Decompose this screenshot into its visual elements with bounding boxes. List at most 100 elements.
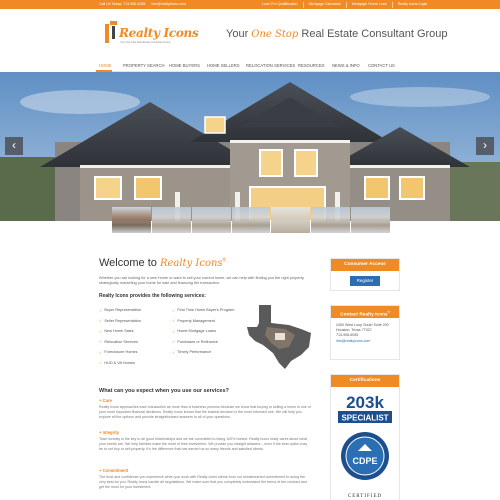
contact-box: Contact Realty Icons® 2450 West Loop Sou… xyxy=(330,305,400,360)
cert-203k-number: 203k xyxy=(346,393,384,412)
welcome-brand: Realty Icons xyxy=(159,258,223,269)
nav-resources[interactable]: RESOURCES xyxy=(298,63,325,68)
tagline-pre: Your xyxy=(226,28,252,40)
slider-next-button[interactable]: › xyxy=(476,137,494,155)
consumer-access-heading: Consumer Access xyxy=(331,259,399,271)
services-title: Realty Icons provides the following serv… xyxy=(99,293,206,299)
thumbnail[interactable] xyxy=(191,207,231,233)
service-label: Relocation Services xyxy=(104,339,138,344)
list-item: ✓ Relocation Services xyxy=(99,337,141,348)
nav-home[interactable]: HOME xyxy=(99,63,112,68)
chevron-right-icon: › xyxy=(483,138,487,152)
hero-house-image xyxy=(0,72,500,221)
thumbnail[interactable] xyxy=(112,207,151,233)
nav-news-info[interactable]: NEWS & INFO xyxy=(332,63,360,68)
registered-mark: ® xyxy=(387,310,390,314)
nav-relocation-services[interactable]: RELOCATION SERVICES xyxy=(246,63,295,68)
cert-seal-logo: CERTIFIED xyxy=(348,494,382,499)
list-item: ✓ First Time Home Buyer's Program xyxy=(172,305,234,316)
divider xyxy=(345,1,347,8)
divider xyxy=(391,1,393,8)
nav-contact-us[interactable]: CONTACT US xyxy=(368,63,395,68)
logo-icon xyxy=(103,21,119,43)
divider xyxy=(302,1,304,8)
thumbnail[interactable] xyxy=(151,207,191,233)
integrity-heading[interactable]: + Integrity xyxy=(99,430,119,435)
thumbnail[interactable] xyxy=(231,207,271,233)
commitment-text: The trust and confidence you experience … xyxy=(99,475,307,489)
service-label: Purchases or Refinance xyxy=(177,339,218,344)
chevron-left-icon: ‹ xyxy=(12,138,16,152)
cert-cdpe-text: CDPE xyxy=(352,456,377,466)
consumer-access-box: Consumer Access Register xyxy=(330,258,400,291)
list-item: ✓ New Home Sales xyxy=(99,326,141,337)
service-label: HUD & VA Homes xyxy=(104,360,135,365)
texas-map-image xyxy=(247,305,311,369)
logo-subtitle: Your One Stop Real Estate Consultant Gro… xyxy=(120,41,171,44)
top-bar: Call Us Today! 713-906-6055 info@realtyi… xyxy=(0,0,500,9)
tagline-highlight: One Stop xyxy=(251,29,299,40)
welcome-pre: Welcome to xyxy=(99,257,160,269)
service-label: Foreclosure Homes xyxy=(104,350,138,355)
slider-thumbnails xyxy=(112,207,391,233)
welcome-heading: Welcome to Realty Icons® xyxy=(99,257,226,269)
top-link-mortgage[interactable]: Mortgage Home Loan xyxy=(352,1,387,8)
nav-home-buyers[interactable]: HOME BUYERS xyxy=(169,63,200,68)
thumbnail[interactable] xyxy=(311,207,351,233)
service-label: Seller Representation xyxy=(104,318,141,323)
nav-home-sellers[interactable]: HOME SELLERS xyxy=(207,63,240,68)
site-logo[interactable]: Realty Icons xyxy=(103,21,199,43)
check-icon: ✓ xyxy=(99,328,103,334)
service-label: Timely Performance xyxy=(177,350,212,355)
list-item: ✓ Foreclosure Homes xyxy=(99,347,141,358)
slider-prev-button[interactable]: ‹ xyxy=(5,137,23,155)
top-phone[interactable]: Call Us Today! 713-906-6055 xyxy=(99,1,145,8)
list-item: ✓ Seller Representation xyxy=(99,316,141,327)
top-link-prequal[interactable]: Loan Pre-Qualification xyxy=(262,1,298,8)
list-item: ✓ Timely Performance xyxy=(172,347,234,358)
registered-mark: ® xyxy=(222,257,227,264)
check-icon: ✓ xyxy=(172,307,176,313)
services-list-left: ✓ Buyer Representation ✓ Seller Representa… xyxy=(99,305,141,368)
hero-slider[interactable] xyxy=(0,72,500,221)
intro-text: Whether you are looking for a new Home o… xyxy=(99,276,305,286)
service-label: Home Mortgage Loans xyxy=(177,329,216,334)
check-icon: ✓ xyxy=(99,307,103,313)
check-icon: ✓ xyxy=(99,318,103,324)
main-nav: HOME PROPERTY SEARCH HOME BUYERS HOME SE… xyxy=(95,60,400,72)
service-label: Property Management xyxy=(177,318,215,323)
tagline-post: Real Estate Consultant Group xyxy=(298,28,448,40)
top-link-calculator[interactable]: Mortgage Calculator xyxy=(309,1,341,8)
check-icon: ✓ xyxy=(172,328,176,334)
register-button[interactable]: Register xyxy=(350,276,380,286)
list-item: ✓ Purchases or Refinance xyxy=(172,337,234,348)
service-label: First Time Home Buyer's Program xyxy=(177,308,235,313)
cert-seal-text: CERTIFIED xyxy=(348,494,382,499)
integrity-text: Total honesty is the key to all good rel… xyxy=(99,437,308,451)
commitment-heading[interactable]: + Commitment xyxy=(99,468,128,473)
list-item: ✓ HUD & VA Homes xyxy=(99,358,141,369)
list-item: ✓ Property Management xyxy=(172,316,234,327)
top-link-login[interactable]: Realty Icons Login xyxy=(398,1,428,8)
contact-heading-text: Contact Realty Icons xyxy=(340,312,388,318)
cert-203k-word: SPECIALIST xyxy=(341,414,388,423)
services-list-right: ✓ First Time Home Buyer's Program ✓ Proper… xyxy=(172,305,234,358)
check-icon: ✓ xyxy=(172,349,176,355)
expect-heading: What can you expect when you use our ser… xyxy=(99,388,229,394)
check-icon: ✓ xyxy=(99,360,103,366)
cert-203k-logo: 203k SPECIALIST xyxy=(338,393,392,423)
certifications-heading: Certifications xyxy=(331,375,399,387)
logo-text: Realty Icons xyxy=(119,26,199,40)
care-heading[interactable]: + Care xyxy=(99,398,112,403)
contact-heading: Contact Realty Icons® xyxy=(331,306,399,318)
thumbnail[interactable] xyxy=(351,207,391,233)
cert-cdpe-logo: CDPE xyxy=(341,432,389,480)
check-icon: ✓ xyxy=(99,339,103,345)
nav-property-search[interactable]: PROPERTY SEARCH xyxy=(123,63,165,68)
thumbnail[interactable] xyxy=(271,207,311,233)
contact-email[interactable]: info@realtyicons.com xyxy=(331,339,399,344)
top-email[interactable]: info@realtyicons.com xyxy=(151,1,185,8)
list-item: ✓ Home Mortgage Loans xyxy=(172,326,234,337)
check-icon: ✓ xyxy=(172,339,176,345)
service-label: Buyer Representation xyxy=(104,308,142,313)
